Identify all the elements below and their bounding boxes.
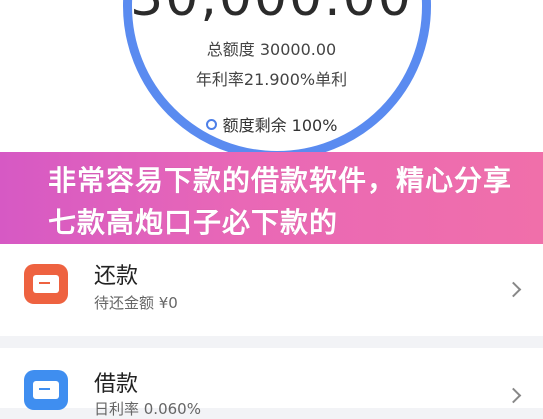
annual-rate-text: 年利率21.900%单利 <box>195 70 348 89</box>
chevron-right-icon <box>505 281 522 298</box>
overlay-banner-title: 非常容易下款的借款软件，精心分享七款高炮口子必下款的 <box>48 164 513 239</box>
borrow-daily-rate: 日利率 0.060% <box>94 400 201 418</box>
credit-limit-panel: 30,000.00 总额度 30000.00 年利率21.900%单利 额度剩余… <box>0 0 543 160</box>
available-amount: 30,000.00 <box>0 0 543 28</box>
remaining-limit-label: 额度剩余 100% <box>222 116 338 135</box>
repay-title: 还款 <box>94 264 139 289</box>
repay-amount-due: 待还金额 ¥0 <box>94 294 178 312</box>
repay-wallet-icon <box>24 264 68 304</box>
chevron-right-icon <box>505 387 522 404</box>
circle-dot-icon <box>205 119 217 130</box>
total-limit-text: 总额度 30000.00 <box>206 40 337 59</box>
repay-card[interactable]: 还款 待还金额 ¥0 <box>0 244 543 336</box>
borrow-card[interactable]: 借款 日利率 0.060% <box>0 348 543 418</box>
borrow-wallet-icon <box>24 370 68 410</box>
borrow-title: 借款 <box>94 372 139 397</box>
remaining-limit: 额度剩余 100% <box>0 112 543 136</box>
